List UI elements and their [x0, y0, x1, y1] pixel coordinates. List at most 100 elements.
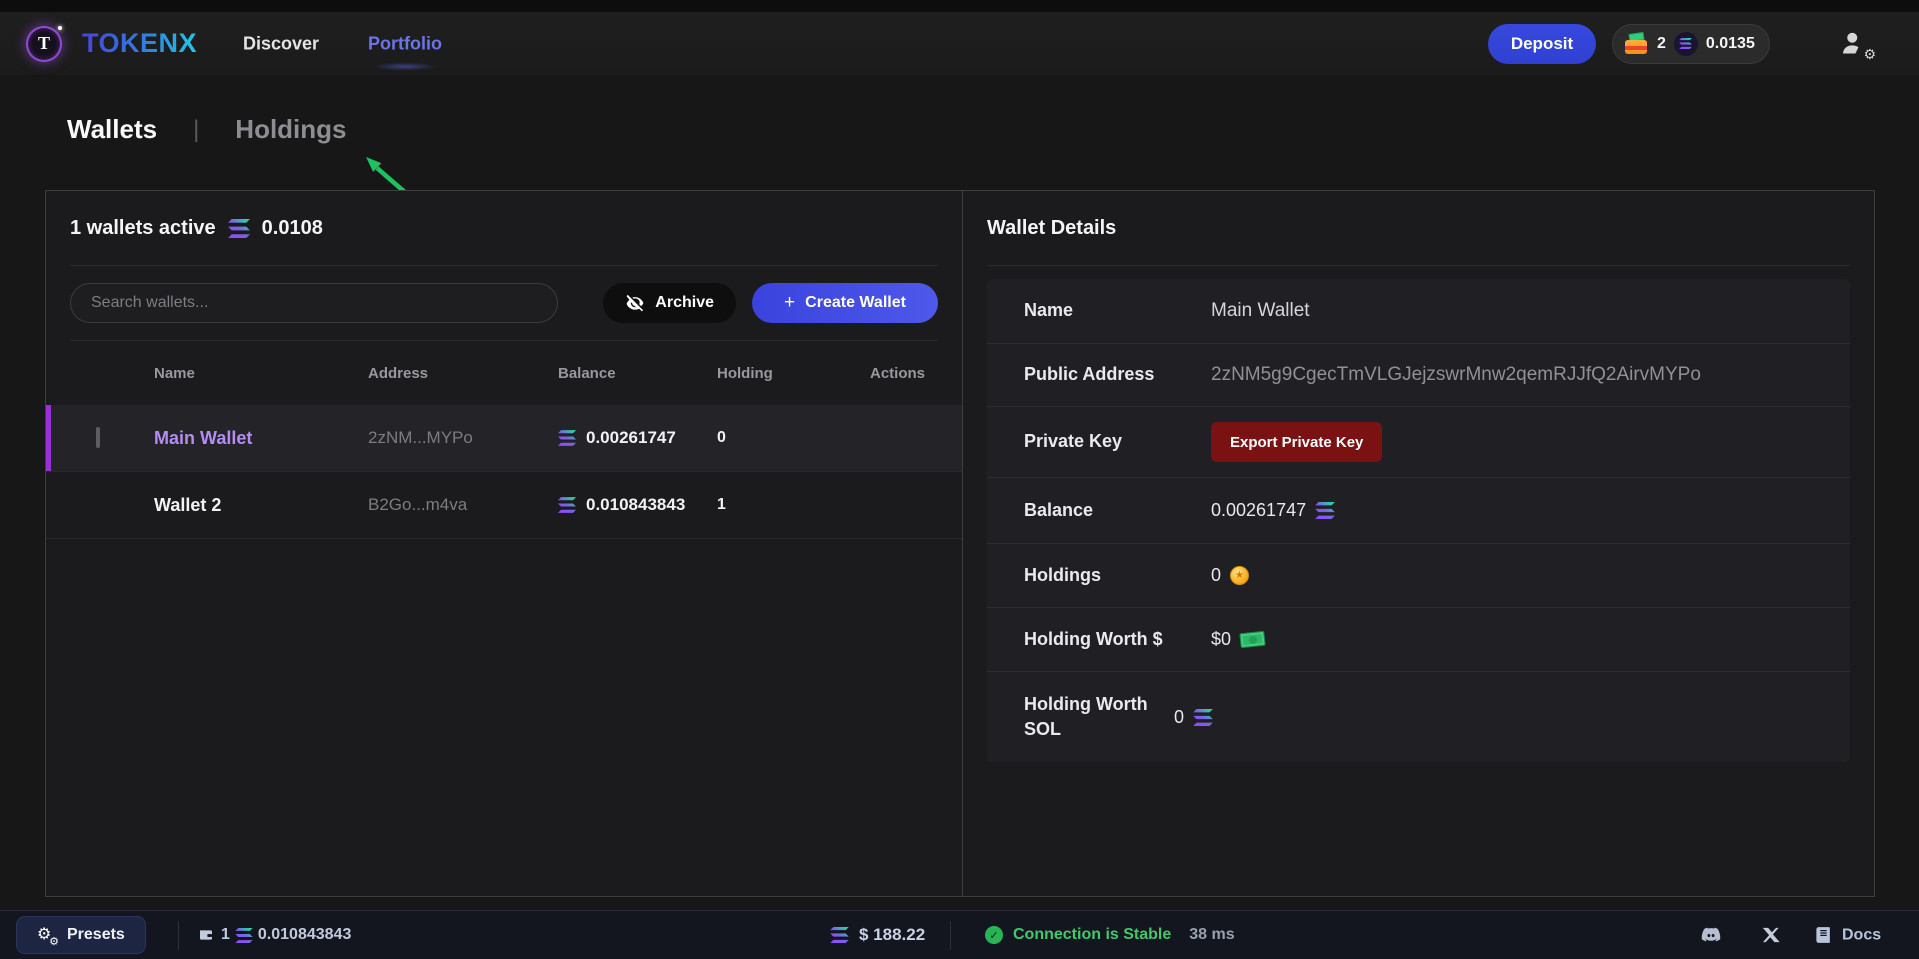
solana-icon	[830, 927, 849, 943]
detail-row-private-key: Private Key Export Private Key	[987, 407, 1850, 478]
latency-value: 38 ms	[1189, 926, 1234, 944]
docs-label: Docs	[1842, 926, 1881, 944]
nav-link-portfolio[interactable]: Portfolio	[368, 33, 442, 54]
navbar: T TOKENX Discover Portfolio Deposit 2 0.…	[0, 12, 1919, 75]
detail-row-holdings: Holdings 0	[987, 544, 1850, 608]
sparkle-icon	[58, 26, 62, 30]
docs-link[interactable]: Docs	[1814, 926, 1881, 945]
plus-icon: +	[784, 292, 795, 314]
discord-icon	[1698, 924, 1724, 946]
holdings-value: 0	[1211, 565, 1221, 586]
wallets-panel-header: 1 wallets active 0.0108	[70, 191, 938, 266]
presets-label: Presets	[67, 926, 125, 944]
active-wallets-balance: 1 0.010843843	[196, 926, 351, 944]
wallet-balance-pill[interactable]: 2 0.0135	[1612, 24, 1770, 64]
archive-button[interactable]: Archive	[603, 283, 736, 323]
details-card: Name Main Wallet Public Address 2zNM5g9C…	[987, 279, 1850, 762]
sol-price: $ 188.22	[830, 925, 925, 945]
nav-link-discover[interactable]: Discover	[243, 33, 319, 54]
brand-name: TOKENX	[82, 28, 197, 59]
statusbar-wallet-count: 1	[221, 926, 230, 944]
balance-value: 0.00261747	[1211, 500, 1306, 521]
tokenx-logo-icon: T	[26, 26, 62, 62]
wallet-balance: 0.00261747	[586, 428, 676, 448]
connection-text: Connection is Stable	[1013, 926, 1171, 944]
presets-button[interactable]: Presets	[16, 916, 146, 954]
worth-sol-label: Holding Worth SOL	[1024, 692, 1174, 742]
deposit-button[interactable]: Deposit	[1488, 24, 1596, 64]
wallet-details-panel: Wallet Details Name Main Wallet Public A…	[962, 191, 1874, 896]
export-private-key-button[interactable]: Export Private Key	[1211, 422, 1382, 462]
sol-price-value: $ 188.22	[859, 925, 925, 945]
wallet-name: Wallet 2	[154, 495, 368, 516]
wallet-name: Main Wallet	[154, 428, 368, 449]
eye-off-icon	[625, 293, 645, 313]
wallet-checkbox[interactable]	[96, 427, 100, 448]
x-twitter-link[interactable]	[1762, 926, 1781, 945]
active-wallets-summary: 1 wallets active 0.0108	[70, 217, 323, 240]
search-input[interactable]	[70, 283, 558, 323]
wallet-icon	[196, 927, 216, 943]
tab-wallets[interactable]: Wallets	[67, 114, 157, 145]
brand[interactable]: T TOKENX	[26, 26, 197, 62]
create-wallet-label: Create Wallet	[805, 294, 906, 312]
account-settings-button[interactable]	[1840, 29, 1874, 59]
solana-icon	[1193, 709, 1213, 726]
column-balance: Balance	[558, 365, 717, 382]
column-name: Name	[154, 365, 368, 382]
wallet-balance: 0.010843843	[586, 495, 685, 515]
wallet-stripe-part	[1625, 46, 1647, 50]
solana-icon	[558, 430, 576, 446]
worth-usd-value: $0	[1211, 629, 1231, 650]
wallet-count: 2	[1657, 35, 1666, 53]
portfolio-tabs: Wallets | Holdings	[67, 114, 347, 145]
wallets-panel: 1 wallets active 0.0108 Archive + Create…	[46, 191, 962, 896]
detail-row-worth-sol: Holding Worth SOL 0	[987, 672, 1850, 762]
main-panels: 1 wallets active 0.0108 Archive + Create…	[45, 190, 1875, 897]
check-circle-icon	[985, 926, 1003, 944]
details-title: Wallet Details	[987, 217, 1116, 240]
public-address-value: 2zNM5g9CgecTmVLGJejzswrMnw2qemRJJfQ2Airv…	[1211, 364, 1813, 386]
cash-icon	[1239, 631, 1265, 649]
discord-link[interactable]	[1698, 924, 1724, 946]
archive-label: Archive	[655, 294, 714, 312]
active-wallets-text: 1 wallets active	[70, 217, 216, 240]
selected-row-marker	[46, 405, 51, 471]
solana-icon	[228, 219, 250, 238]
statusbar-divider	[950, 921, 951, 950]
logo-letter: T	[38, 33, 50, 54]
detail-row-name: Name Main Wallet	[987, 279, 1850, 344]
solana-icon	[1679, 38, 1692, 49]
column-actions: Actions	[870, 365, 962, 382]
public-address-label: Public Address	[1024, 362, 1211, 387]
connection-status: Connection is Stable 38 ms	[985, 926, 1235, 944]
docs-book-icon	[1814, 926, 1833, 945]
active-wallets-sol: 0.0108	[262, 217, 323, 240]
tab-separator: |	[193, 116, 199, 144]
statusbar-divider	[178, 921, 179, 950]
detail-row-balance: Balance 0.00261747	[987, 478, 1850, 544]
column-holding: Holding	[717, 365, 870, 382]
statusbar: Presets 1 0.010843843 $ 188.22 Connectio…	[0, 910, 1919, 959]
wallet-color-icon	[1625, 34, 1649, 54]
create-wallet-button[interactable]: + Create Wallet	[752, 283, 938, 323]
column-address: Address	[368, 365, 558, 382]
coin-icon	[1230, 566, 1249, 585]
worth-sol-value: 0	[1174, 707, 1184, 728]
name-label: Name	[1024, 298, 1211, 323]
wallets-toolbar: Archive + Create Wallet	[70, 266, 938, 341]
solana-icon	[558, 497, 576, 513]
tab-holdings[interactable]: Holdings	[235, 114, 346, 145]
private-key-label: Private Key	[1024, 429, 1211, 454]
name-value: Main Wallet	[1211, 300, 1813, 322]
wallet-row-wallet-2[interactable]: Wallet 2 B2Go...m4va 0.010843843 1	[46, 472, 962, 539]
sol-circle-icon	[1674, 32, 1698, 56]
x-icon	[1762, 926, 1781, 945]
solana-icon	[235, 928, 253, 943]
wallet-row-main-wallet[interactable]: Main Wallet 2zNM...MYPo 0.00261747 0	[46, 405, 962, 472]
sol-balance: 0.0135	[1706, 35, 1755, 53]
wallet-address: 2zNM...MYPo	[368, 428, 558, 448]
detail-row-worth-usd: Holding Worth $ $0	[987, 608, 1850, 672]
wallet-holding: 0	[717, 429, 870, 447]
gears-icon	[37, 925, 57, 945]
